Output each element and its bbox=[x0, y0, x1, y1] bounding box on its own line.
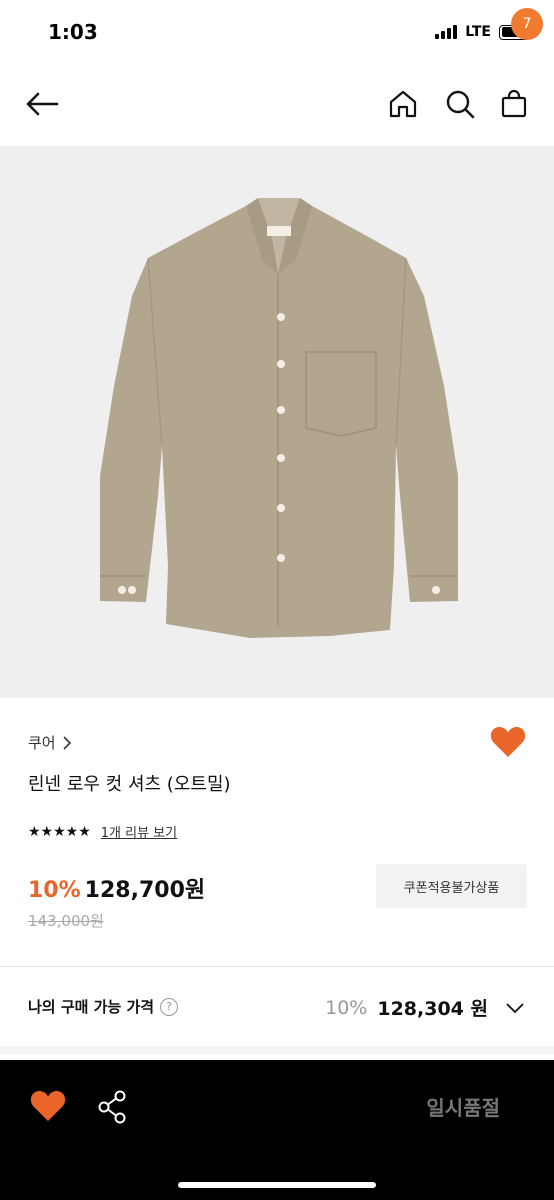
price-row: 10% 128,700원 bbox=[28, 872, 205, 904]
status-bar: 1:03 LTE bbox=[0, 0, 554, 66]
share-icon bbox=[98, 1090, 126, 1124]
wishlist-button[interactable] bbox=[490, 726, 526, 760]
soldout-button[interactable]: 일시품절 bbox=[426, 1092, 500, 1121]
heart-icon bbox=[30, 1091, 66, 1121]
home-indicator bbox=[178, 1182, 376, 1188]
divider bbox=[0, 966, 554, 967]
search-icon bbox=[446, 90, 475, 119]
bottom-wishlist-button[interactable] bbox=[30, 1090, 66, 1124]
product-name: 린넨 로우 컷 셔츠 (오트밀) bbox=[28, 774, 231, 795]
share-button[interactable] bbox=[96, 1090, 130, 1124]
cart-button[interactable] bbox=[492, 82, 536, 126]
chevron-right-icon bbox=[63, 735, 71, 750]
chevron-down-icon[interactable] bbox=[504, 997, 526, 1019]
review-link[interactable]: 1개 리뷰 보기 bbox=[101, 822, 177, 841]
search-button[interactable] bbox=[438, 82, 482, 126]
rating-stars: ★★★★★ bbox=[28, 823, 91, 840]
my-price-amount: 128,304 원 bbox=[377, 998, 488, 1020]
discount-rate: 10% bbox=[28, 878, 81, 903]
help-icon[interactable]: ? bbox=[160, 997, 179, 1016]
arrow-left-icon bbox=[26, 92, 59, 116]
top-navigation bbox=[0, 66, 554, 144]
back-button[interactable] bbox=[20, 82, 64, 126]
shirt-image bbox=[0, 146, 554, 698]
rating-row: ★★★★★ 1개 리뷰 보기 bbox=[28, 822, 177, 842]
brand-link[interactable]: 쿠어 bbox=[28, 732, 72, 753]
cart-icon bbox=[501, 89, 527, 118]
home-icon bbox=[389, 90, 417, 118]
brand-name: 쿠어 bbox=[28, 734, 56, 752]
my-price-values: 10% 128,304 원 bbox=[325, 994, 526, 1021]
network-label: LTE bbox=[465, 24, 491, 40]
my-price-label: 나의 구매 가능 가격 bbox=[28, 998, 155, 1016]
my-price-label-group: 나의 구매 가능 가격 ? bbox=[28, 996, 179, 1017]
sale-price: 128,700원 bbox=[84, 878, 206, 903]
my-discount-rate: 10% bbox=[325, 996, 368, 1019]
my-price-row[interactable]: 나의 구매 가능 가격 ? 10% 128,304 원 bbox=[0, 968, 554, 1046]
coupon-button[interactable]: 쿠폰적용불가상품 bbox=[376, 864, 527, 908]
status-time: 1:03 bbox=[48, 20, 98, 44]
product-image[interactable] bbox=[0, 146, 554, 698]
section-divider bbox=[0, 1046, 554, 1054]
heart-icon bbox=[490, 727, 526, 757]
original-price: 143,000원 bbox=[28, 912, 104, 930]
bottom-action-bar: 일시품절 bbox=[0, 1060, 554, 1200]
cart-count-badge: 7 bbox=[511, 8, 543, 40]
signal-icon bbox=[435, 25, 458, 39]
home-button[interactable] bbox=[381, 82, 425, 126]
